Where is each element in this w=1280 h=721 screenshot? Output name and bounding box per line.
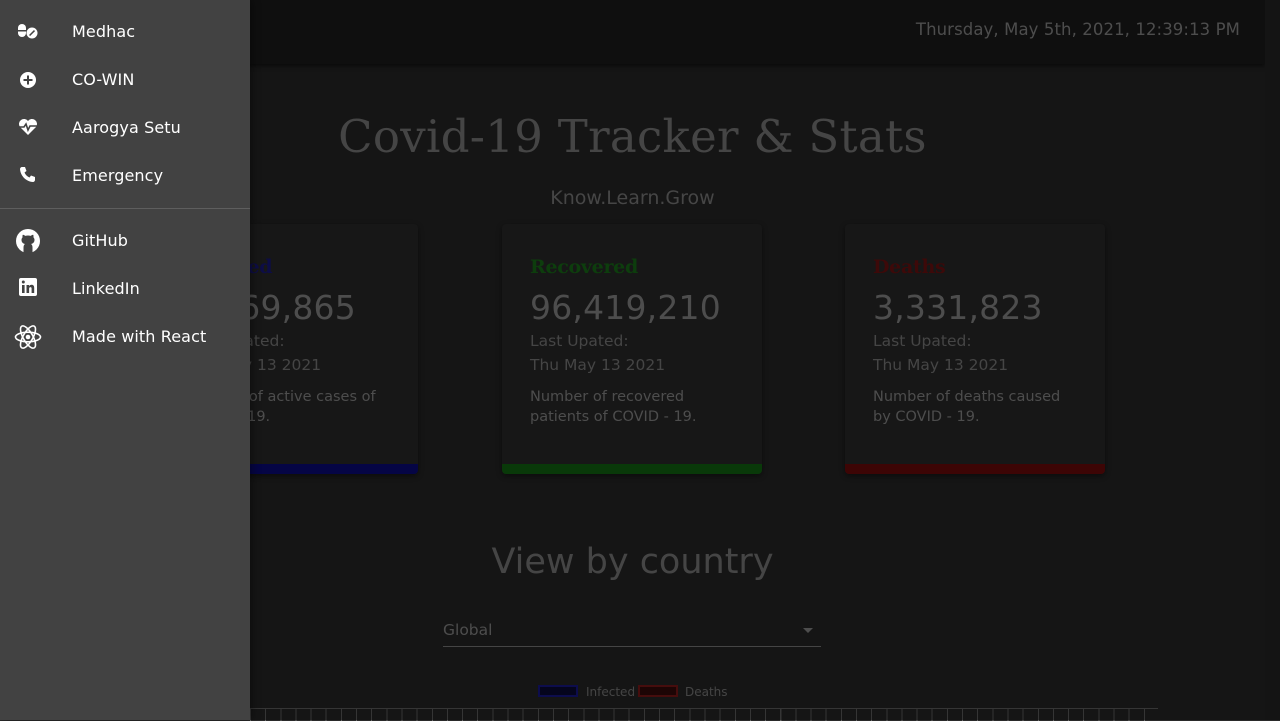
phone-icon	[14, 163, 42, 189]
drawer-link-github[interactable]: GitHub	[0, 217, 250, 265]
drawer-link-react[interactable]: Made with React	[0, 313, 250, 361]
plus-circle-icon	[14, 67, 42, 93]
drawer-item-label: Aarogya Setu	[72, 118, 181, 137]
drawer-item-aarogya-setu[interactable]: Aarogya Setu	[0, 104, 250, 152]
drawer-item-emergency[interactable]: Emergency	[0, 152, 250, 200]
drawer-link-linkedin[interactable]: LinkedIn	[0, 265, 250, 313]
heartbeat-icon	[14, 115, 42, 141]
drawer-item-label: Emergency	[72, 166, 164, 185]
pills-icon	[14, 19, 42, 45]
drawer-divider	[0, 208, 250, 209]
linkedin-icon	[14, 276, 42, 302]
drawer-item-label: LinkedIn	[72, 279, 140, 298]
drawer-item-medhac[interactable]: Medhac	[0, 8, 250, 56]
github-icon	[14, 228, 42, 254]
side-drawer: Medhac CO-WIN Aarogya Setu Emergency Git…	[0, 0, 250, 720]
drawer-item-label: CO-WIN	[72, 70, 135, 89]
drawer-item-label: Medhac	[72, 22, 136, 41]
react-icon	[14, 324, 42, 350]
drawer-item-co-win[interactable]: CO-WIN	[0, 56, 250, 104]
scrollbar-track[interactable]	[1265, 0, 1280, 720]
drawer-item-label: GitHub	[72, 231, 129, 250]
drawer-item-label: Made with React	[72, 327, 207, 346]
